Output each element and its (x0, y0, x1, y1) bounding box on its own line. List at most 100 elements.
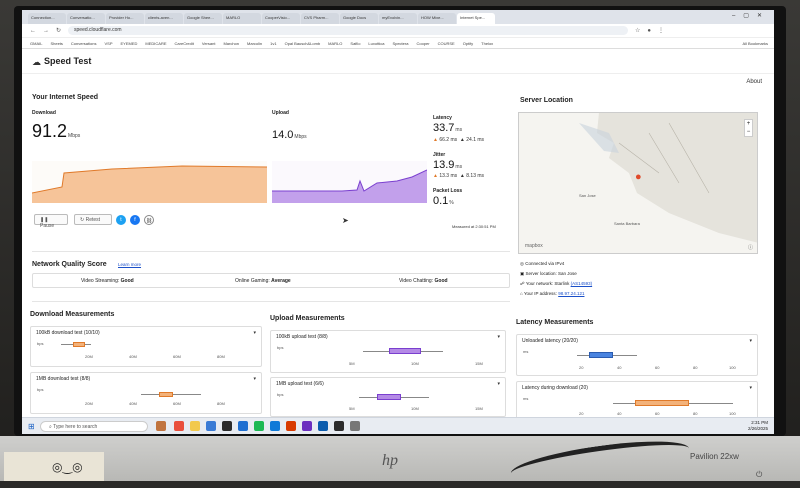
app-icon[interactable] (286, 421, 296, 431)
taskbar-search[interactable]: ⌕ Type here to search (40, 421, 148, 432)
about-link[interactable]: About (746, 79, 762, 85)
url-field[interactable]: speed.cloudflare.com (68, 26, 629, 35)
browser-tab[interactable]: CooperVisio... (262, 13, 300, 24)
all-bookmarks[interactable]: All Bookmarks (742, 41, 774, 46)
bookmark[interactable]: GMAIL (30, 41, 42, 46)
zoom-controls[interactable]: + − (744, 119, 753, 137)
menu-icon[interactable]: ⋮ (658, 27, 664, 34)
download-unit: Mbps (68, 133, 81, 139)
mouse-cursor-icon: ➤ (342, 216, 349, 225)
zoom-out-icon[interactable]: − (747, 129, 751, 135)
bookmark[interactable]: MARLO (328, 41, 342, 46)
bookmark[interactable]: Versant (202, 41, 216, 46)
browser-tab[interactable]: Conversatio... (67, 13, 105, 24)
chevron-down-icon[interactable]: ▾ (253, 376, 256, 382)
hp-logo: hp (382, 452, 398, 469)
pause-button[interactable]: ❚❚ Pause (34, 214, 68, 229)
file-explorer-icon[interactable] (190, 421, 200, 431)
browser-tab[interactable]: Provider Ho... (106, 13, 144, 24)
profile-icon[interactable]: ● (647, 28, 651, 34)
app-icon[interactable] (270, 421, 280, 431)
upload-graph (272, 161, 427, 203)
reload-icon[interactable]: ↻ (56, 27, 61, 34)
axis-tick: 60 (655, 365, 660, 370)
star-icon[interactable]: ☆ (635, 27, 640, 34)
location-pin-icon[interactable]: ● (635, 171, 642, 183)
store-icon[interactable] (222, 421, 232, 431)
twitter-share-icon[interactable]: t (116, 215, 126, 225)
bookmark[interactable]: Sheets (50, 41, 62, 46)
server-map[interactable]: ● San Jose Santa Barbara mapbox + − ⓘ (518, 112, 758, 254)
zoom-in-icon[interactable]: + (747, 121, 751, 127)
axis-tick: 5M (349, 361, 355, 366)
bookmark[interactable]: MEDICARE (145, 41, 166, 46)
browser-tab[interactable]: HOW Mixe... (418, 13, 456, 24)
online-gaming-score: Online Gaming: Average (235, 278, 291, 284)
chrome-icon[interactable] (174, 421, 184, 431)
learn-more-link[interactable]: Learn more (118, 262, 141, 267)
chevron-down-icon[interactable]: ▾ (253, 330, 256, 336)
download-label: Download (32, 110, 56, 116)
app-icon[interactable] (318, 421, 328, 431)
mapbox-attribution: mapbox (525, 243, 543, 249)
chevron-down-icon[interactable]: ▾ (497, 381, 500, 387)
bookmark[interactable]: Spectera (392, 41, 408, 46)
bookmark[interactable]: Optify (463, 41, 473, 46)
browser-tab[interactable]: myEvolvin... (379, 13, 417, 24)
settings-icon[interactable] (350, 421, 360, 431)
bookmark[interactable]: EYEMED (121, 41, 138, 46)
chevron-down-icon[interactable]: ▾ (749, 338, 752, 344)
packet-loss-label: Packet Loss (433, 188, 463, 194)
mail-icon[interactable] (238, 421, 248, 431)
latency-test-card[interactable]: Latency during download (20) ▾ ms 20 40 … (516, 381, 758, 419)
download-test-card[interactable]: 100kB download test (10/10) ▾ bps 20M 40… (30, 326, 262, 367)
browser-tab[interactable]: Connection... (28, 13, 66, 24)
facebook-share-icon[interactable]: f (130, 215, 140, 225)
download-test-card[interactable]: 1MB download test (8/8) ▾ bps 20M 40M 60… (30, 372, 262, 414)
upload-test-card[interactable]: 1MB upload test (6/6) ▾ bps 5M 10M 15M (270, 377, 506, 417)
browser-tab-active[interactable]: Internet Spe... (457, 13, 495, 24)
browser-tab[interactable]: Google Docs (340, 13, 378, 24)
bookmark[interactable]: Conversations (71, 41, 97, 46)
retest-button[interactable]: ↻ Retest (74, 214, 112, 225)
bookmark[interactable]: Safilo (350, 41, 360, 46)
bookmark[interactable]: Marcolin (247, 41, 262, 46)
system-clock[interactable]: 2:31 PM 2/26/2025 (748, 420, 768, 432)
window-controls[interactable]: –▢✕ (732, 12, 770, 19)
upload-test-card[interactable]: 100kB upload test (8/8) ▾ bps 5M 10M 15M (270, 330, 506, 373)
ip-address-link[interactable]: 98.97.24.121 (558, 291, 584, 296)
bookmark[interactable]: Luxottica (368, 41, 384, 46)
app-icon[interactable] (302, 421, 312, 431)
bookmark[interactable]: COURSE (438, 41, 455, 46)
windows-start-icon[interactable]: ⊞ (28, 422, 35, 431)
chevron-down-icon[interactable]: ▾ (497, 334, 500, 340)
bookmark[interactable]: Cooper (416, 41, 429, 46)
forward-icon[interactable]: → (43, 28, 49, 34)
bookmark[interactable]: CareCredit (175, 41, 194, 46)
spotify-icon[interactable] (254, 421, 264, 431)
bookmark[interactable]: VSP (104, 41, 112, 46)
link-share-icon[interactable]: ⛓ (144, 215, 154, 225)
browser-tab[interactable]: MARLO (223, 13, 261, 24)
bookmark[interactable]: Marchon (223, 41, 239, 46)
info-icon[interactable]: ⓘ (748, 244, 753, 251)
back-icon[interactable]: ← (30, 28, 36, 34)
power-icon[interactable]: ⏻ (756, 470, 762, 480)
bookmark[interactable]: Opal Bausch&Lomb (285, 41, 321, 46)
latency-down: 24.1 (466, 137, 476, 143)
latency-test-card[interactable]: Unloaded latency (20/20) ▾ ms 20 40 60 8… (516, 334, 758, 376)
network-asn-link[interactable]: (AS14593) (571, 281, 593, 286)
bookmark[interactable]: 1v1 (270, 41, 276, 46)
widget-icon[interactable] (156, 421, 166, 431)
chevron-down-icon[interactable]: ▾ (749, 385, 752, 391)
bookmark[interactable]: Thelox (481, 41, 493, 46)
edge-icon[interactable] (206, 421, 216, 431)
browser-tab[interactable]: clients-aven... (145, 13, 183, 24)
app-icon[interactable] (334, 421, 344, 431)
browser-tab[interactable]: CVS Pharm... (301, 13, 339, 24)
connected-via: Connected via IPv4 (525, 261, 565, 266)
axis-unit: ms (523, 396, 529, 401)
browser-tab[interactable]: Google Shee... (184, 13, 222, 24)
tab-bar: Connection... Conversatio... Provider Ho… (22, 10, 774, 24)
cloudflare-logo-icon[interactable]: ☁ (32, 57, 41, 68)
